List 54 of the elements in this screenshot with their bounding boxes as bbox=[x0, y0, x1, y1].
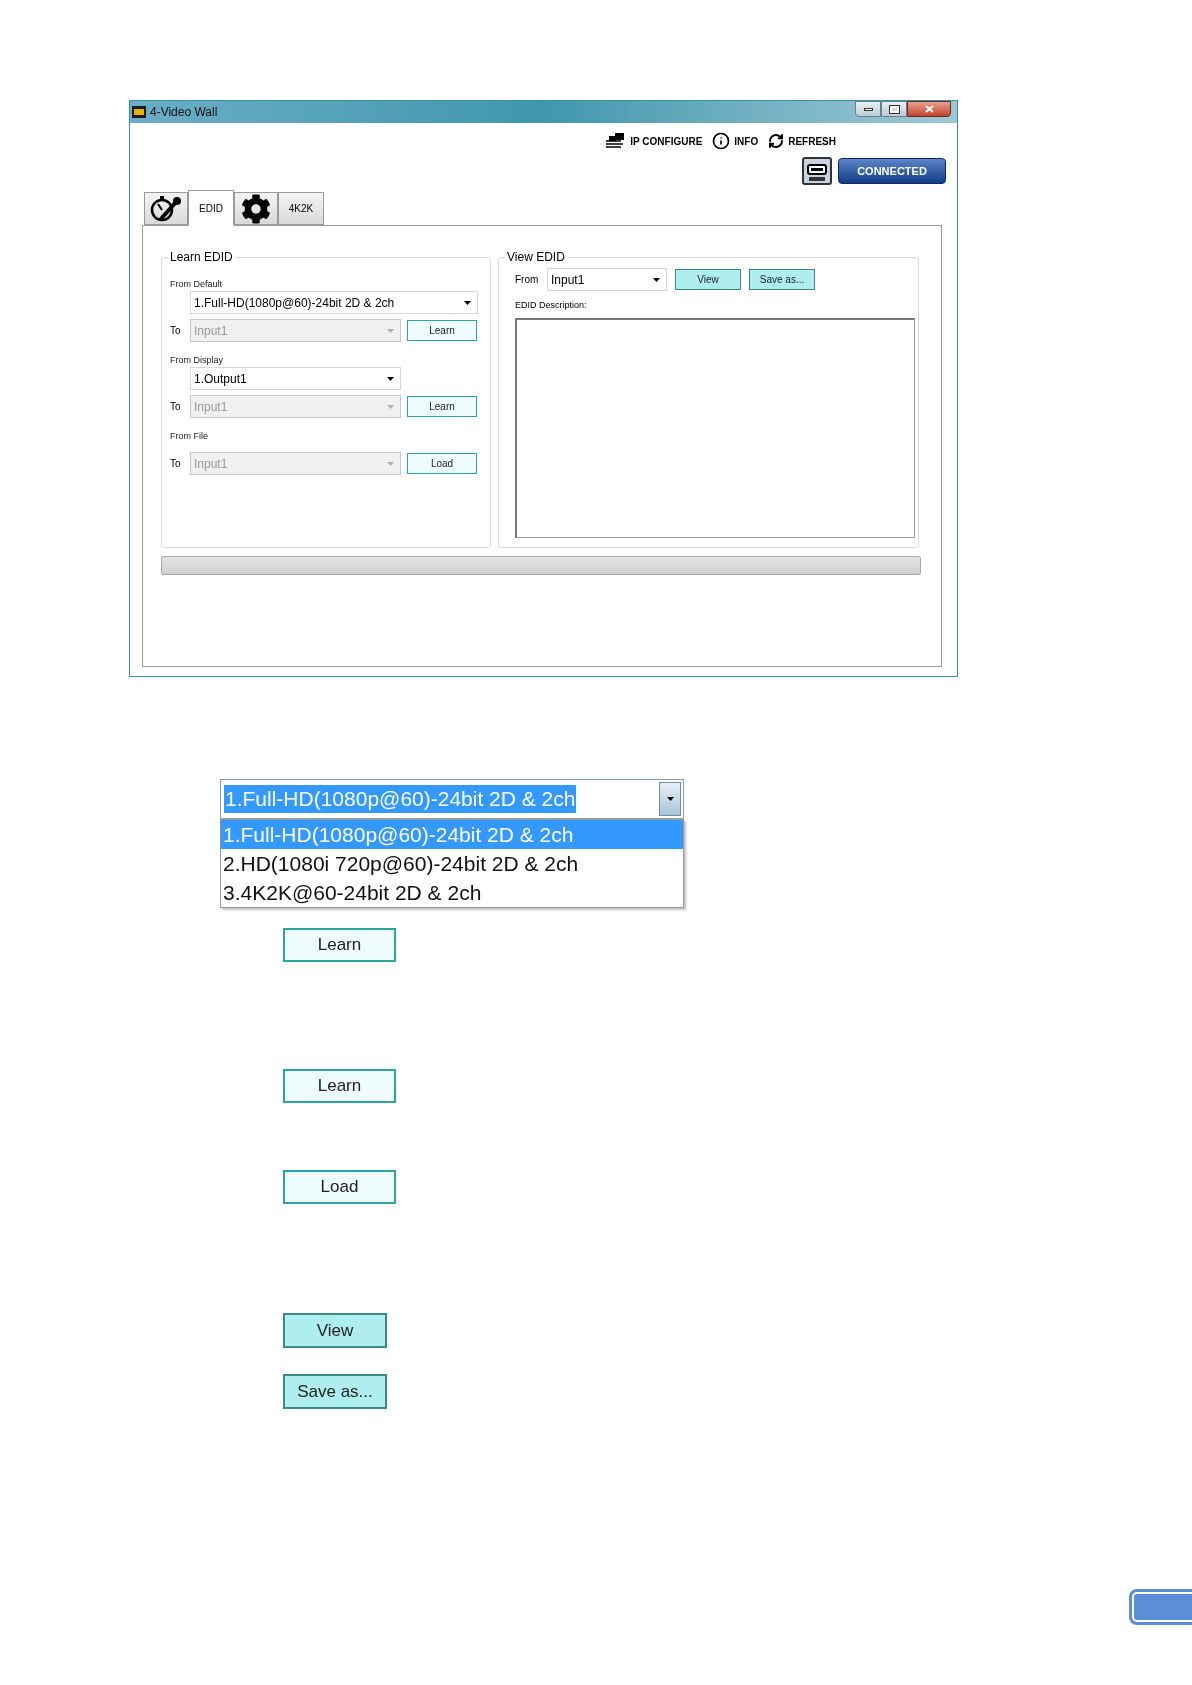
dropdown-button[interactable] bbox=[659, 782, 681, 816]
dropdown-arrow-icon bbox=[666, 797, 674, 801]
tab[interactable] bbox=[234, 192, 278, 225]
description-label: EDID Description: bbox=[515, 299, 588, 312]
load-button[interactable]: Load bbox=[283, 1170, 396, 1204]
view-button[interactable]: View bbox=[675, 269, 741, 290]
dropdown-arrow-icon bbox=[387, 328, 394, 333]
close-icon bbox=[924, 105, 934, 113]
save-as-button[interactable]: Save as... bbox=[283, 1374, 387, 1409]
dropdown-field[interactable]: Input1 bbox=[547, 268, 667, 291]
tab[interactable]: 4K2K bbox=[278, 192, 324, 225]
learn-button[interactable]: Learn bbox=[283, 1069, 396, 1103]
to-label: To bbox=[170, 324, 182, 338]
learn-button[interactable]: Learn bbox=[407, 320, 477, 341]
network-icon bbox=[604, 132, 627, 150]
to-label: To bbox=[170, 400, 182, 414]
settings-icon bbox=[241, 193, 271, 224]
toolbar-link[interactable]: REFRESH bbox=[788, 133, 836, 149]
section-label: From File bbox=[170, 430, 209, 443]
group-title: Learn EDID bbox=[169, 249, 234, 266]
stopwatch-wrench-icon bbox=[150, 193, 182, 224]
window-title: 4-Video Wall bbox=[150, 104, 218, 121]
toolbar-link[interactable]: IP CONFIGURE bbox=[630, 133, 703, 149]
dropdown-arrow-icon bbox=[387, 404, 394, 409]
description-field[interactable] bbox=[515, 317, 915, 538]
tab[interactable] bbox=[144, 192, 188, 225]
view-button[interactable]: View bbox=[283, 1313, 387, 1348]
refresh-icon bbox=[768, 133, 785, 149]
learn-button[interactable]: Learn bbox=[283, 928, 396, 962]
dropdown-arrow-icon bbox=[653, 277, 660, 282]
dropdown-option[interactable]: 2.HD(1080i 720p@60)-24bit 2D & 2ch bbox=[221, 849, 683, 878]
group-title: View EDID bbox=[506, 249, 566, 266]
dropdown-field[interactable]: 1.Output1 bbox=[190, 367, 401, 390]
dropdown-arrow-icon bbox=[387, 376, 394, 381]
learn-button[interactable]: Learn bbox=[407, 396, 477, 417]
close-button[interactable] bbox=[907, 101, 951, 117]
dropdown-option[interactable]: 3.4K2K@60-24bit 2D & 2ch bbox=[221, 878, 683, 907]
section-label: From Default bbox=[170, 278, 223, 291]
tab[interactable]: EDID bbox=[188, 190, 234, 226]
dropdown-arrow-icon bbox=[387, 461, 394, 466]
usb-port-icon bbox=[802, 157, 832, 185]
dropdown-arrow-icon bbox=[464, 300, 471, 305]
toolbar-link[interactable]: INFO bbox=[734, 133, 759, 149]
load-button[interactable]: Load bbox=[407, 453, 477, 474]
section-label: From Display bbox=[170, 354, 224, 367]
minimize-button[interactable] bbox=[855, 101, 881, 117]
to-label: To bbox=[170, 457, 182, 471]
dropdown-field[interactable]: 1.Full-HD(1080p@60)-24bit 2D & 2ch bbox=[190, 291, 478, 314]
maximize-button[interactable] bbox=[881, 101, 907, 117]
save-as-button[interactable]: Save as... bbox=[749, 269, 815, 290]
info-icon bbox=[712, 132, 731, 150]
connected-button[interactable]: CONNECTED bbox=[838, 158, 946, 184]
app-logo-icon bbox=[132, 106, 146, 118]
from-label: From bbox=[515, 273, 540, 287]
